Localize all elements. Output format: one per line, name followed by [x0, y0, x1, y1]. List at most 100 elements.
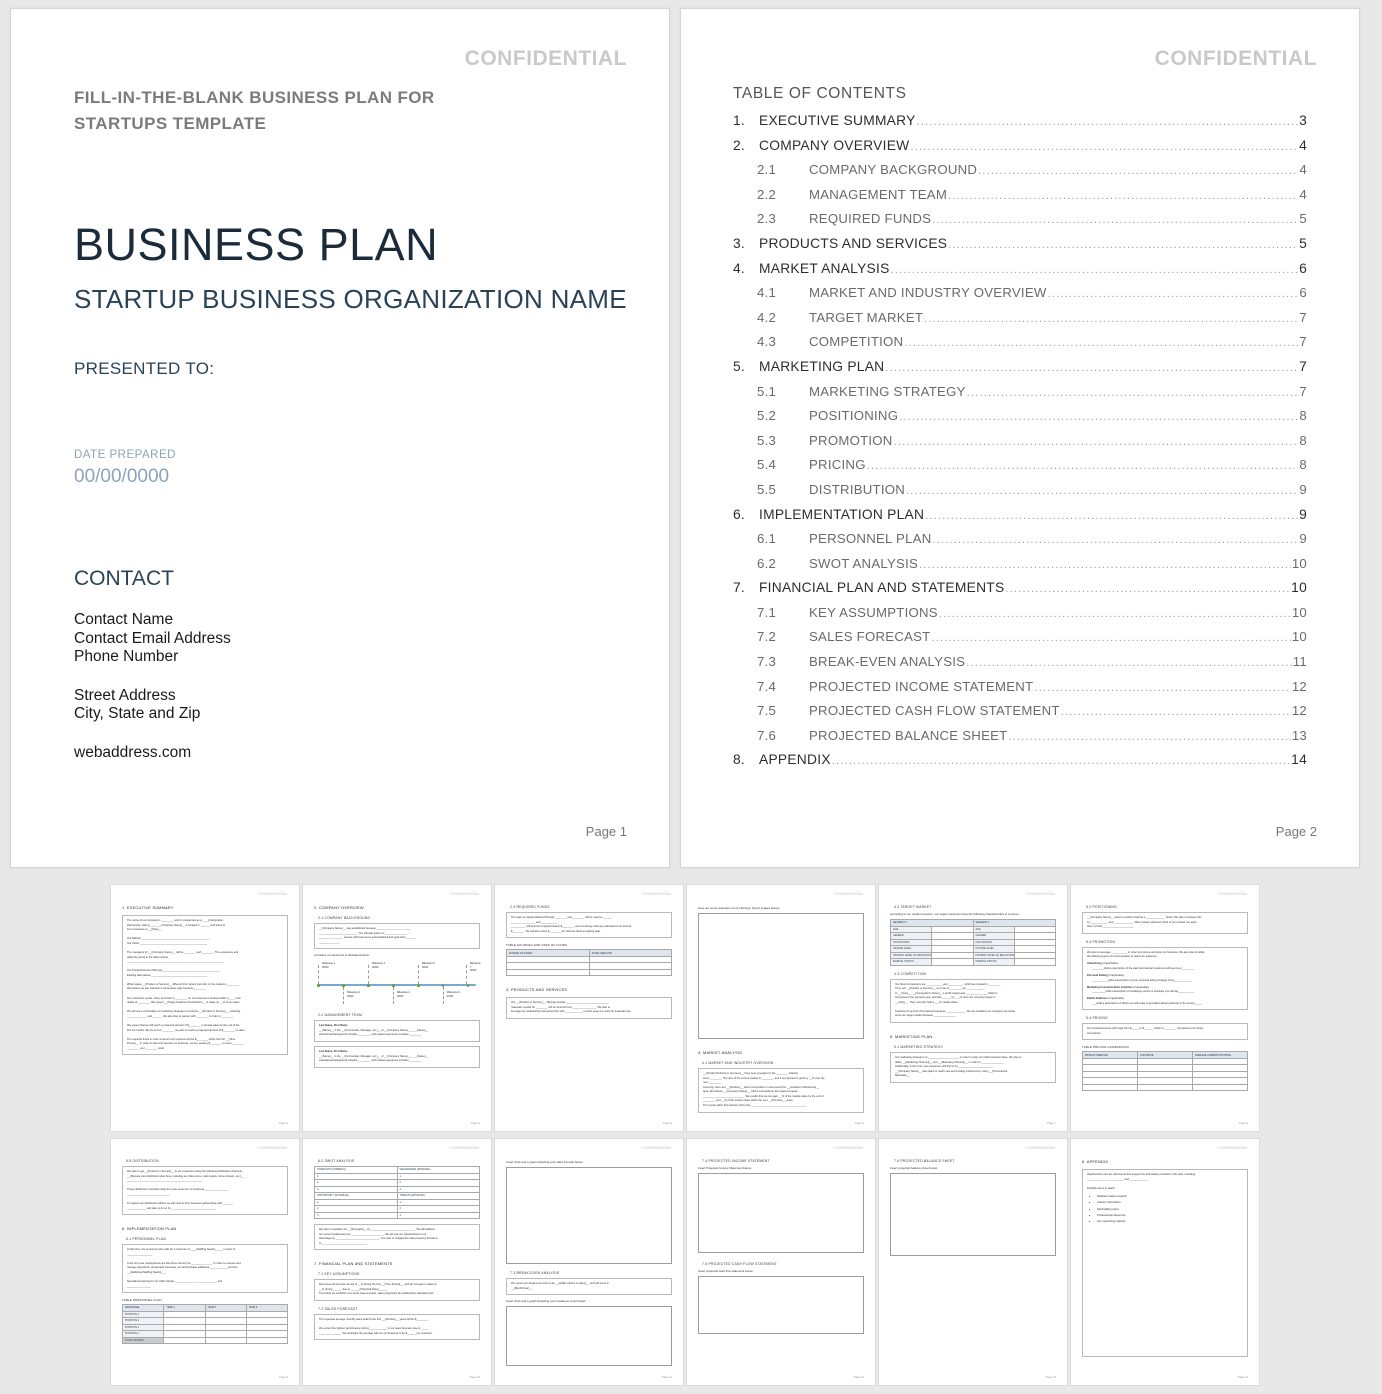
chart-placeholder[interactable] [506, 1306, 672, 1367]
fillin-box[interactable]: We plan to capitalize on __(Strengths)__… [314, 1224, 480, 1251]
table-cell: TOTAL PAYROLL [121, 1336, 165, 1345]
promotion-item-body[interactable]: ___(Add a description of efforts you wil… [1092, 1002, 1243, 1007]
personnel-plan-table[interactable]: PERSONNEL YEAR 1 YEAR 2 YEAR 3 POSITION 1 POS… [121, 1304, 289, 1345]
swot-analysis-table[interactable]: STRENGTHS (INTERNAL) WEAKNESSES (INTERNAL… [314, 1166, 480, 1219]
thumbnail-page-4[interactable]: CONFIDENTIAL 2. COMPANY OVERVIEW 2.1 COM… [302, 884, 492, 1132]
fillin-box[interactable]: Revenues will increase at rate of __% du… [314, 1279, 480, 1301]
swot-item[interactable]: 3. [396, 1211, 480, 1219]
thumbnail-page-14[interactable]: CONFIDENTIAL 8. APPENDIX Attached here a… [1070, 1138, 1260, 1386]
target-segment-table[interactable]: SEGMENT 1 SEGMENT 2 AGE AGE GENDER GENDER OCCU… [889, 919, 1057, 966]
toc-entry[interactable]: 2.2 MANAGEMENT TEAM......................… [733, 187, 1307, 212]
toc-entry[interactable]: 8. APPENDIX..............................… [733, 752, 1307, 777]
thumbnail-page-3[interactable]: CONFIDENTIAL 1. EXECUTIVE SUMMARY The na… [110, 884, 300, 1132]
table-row[interactable]: 3. 3. [314, 1211, 480, 1219]
image-placeholder[interactable] [698, 913, 864, 1039]
promotion-item-body[interactable]: _________(Add a description of marketing… [1092, 990, 1243, 995]
toc-entry[interactable]: 7. FINANCIAL PLAN AND STATEMENTS.........… [733, 580, 1307, 605]
toc-entry-page: 4 [1299, 186, 1307, 202]
fillin-box[interactable]: __(Similar Products or Services)__ have … [698, 1068, 864, 1113]
table-label: TABLE PERSONNEL PLAN [122, 1298, 162, 1303]
fillin-box[interactable]: Our product/services will range from $__… [1082, 1023, 1248, 1041]
fillin-box[interactable]: Our marketing strategy is to ___________… [890, 1052, 1056, 1083]
table-cell[interactable] [506, 968, 590, 977]
toc-page[interactable]: CONFIDENTIAL TABLE OF CONTENTS 1. EXECUTI… [680, 8, 1360, 868]
page-number: Page 3 [279, 1121, 288, 1125]
table-row[interactable] [1082, 1083, 1248, 1092]
thumbnail-page-9[interactable]: CONFIDENTIAL 5.5 DISTRIBUTION We plan to… [110, 1138, 300, 1386]
thumbnail-page-12[interactable]: CONFIDENTIAL 7.4 PROJECTED INCOME STATEM… [686, 1138, 876, 1386]
management-member-1[interactable]: Last Name, First Name __(Name)__ is the … [314, 1020, 480, 1042]
thumbnail-page-8[interactable]: CONFIDENTIAL 5.2 POSITIONING __(Company … [1070, 884, 1260, 1132]
segment-attribute-value[interactable] [1013, 958, 1057, 966]
toc-entry[interactable]: 1. EXECUTIVE SUMMARY.....................… [733, 113, 1307, 138]
appendix-box[interactable]: Attached here are the documents that sup… [1082, 1169, 1248, 1357]
promotion-box[interactable]: We plan to leverage ___________ in order… [1082, 946, 1248, 1011]
toc-entry[interactable]: 7.3 BREAK-EVEN ANALYSIS..................… [733, 654, 1307, 679]
toc-entry[interactable]: 3. PRODUCTS AND SERVICES.................… [733, 236, 1307, 261]
toc-entry[interactable]: 4.1 MARKET AND INDUSTRY OVERVIEW.........… [733, 285, 1307, 310]
toc-entry[interactable]: 5.4 PRICING..............................… [733, 457, 1307, 482]
fillin-box[interactable]: The start-up capital obtained through __… [506, 912, 672, 939]
toc-entry[interactable]: 4.2 TARGET MARKET........................… [733, 310, 1307, 335]
thumbnail-page-13[interactable]: CONFIDENTIAL 7.6 PROJECTED BALANCE SHEET… [878, 1138, 1068, 1386]
fillin-box[interactable]: The expected average monthly sales total… [314, 1313, 480, 1341]
toc-entry[interactable]: 7.5 PROJECTED CASH FLOW STATEMENT........… [733, 703, 1307, 728]
toc-entry[interactable]: 7.1 KEY ASSUMPTIONS......................… [733, 605, 1307, 630]
toc-entry[interactable]: 6.1 PERSONNEL PLAN.......................… [733, 531, 1307, 556]
table-cell[interactable] [1137, 1083, 1193, 1092]
cash-flow-placeholder[interactable] [698, 1276, 864, 1334]
toc-entry[interactable]: 7.6 PROJECTED BALANCE SHEET..............… [733, 728, 1307, 753]
date-prepared-value[interactable]: 00/00/0000 [74, 466, 169, 488]
toc-entry[interactable]: 2. COMPANY OVERVIEW......................… [733, 138, 1307, 163]
toc-entry-number: 7.1 [757, 604, 777, 620]
chart-placeholder[interactable] [506, 1167, 672, 1264]
toc-entry[interactable]: 5.3 PROMOTION............................… [733, 433, 1307, 458]
table-cell[interactable] [588, 968, 672, 977]
fillin-box[interactable]: __(Company Name)__ plans to position its… [1082, 912, 1248, 934]
toc-entry[interactable]: 5.2 POSITIONING..........................… [733, 408, 1307, 433]
toc-entry[interactable]: 6.2 SWOT ANALYSIS........................… [733, 556, 1307, 581]
fillin-box[interactable]: __(Company Name)__ was established becau… [314, 923, 480, 950]
toc-entry[interactable]: 4. MARKET ANALYSIS.......................… [733, 261, 1307, 286]
fillin-box[interactable]: We expect our break-even point to be __(… [506, 1278, 672, 1296]
fillin-box[interactable]: At this time, the personnel plan calls f… [122, 1244, 288, 1294]
cover-page[interactable]: CONFIDENTIAL FILL-IN-THE-BLANK BUSINESS … [10, 8, 670, 868]
thumbnail-page-5[interactable]: CONFIDENTIAL 2.3 REQUIRED FUNDS The star… [494, 884, 684, 1132]
balance-sheet-placeholder[interactable] [890, 1173, 1056, 1256]
subsection-heading: 7.1 KEY ASSUMPTIONS [318, 1272, 360, 1277]
toc-entry[interactable]: 5. MARKETING PLAN........................… [733, 359, 1307, 384]
toc-entry[interactable]: 7.2 SALES FORECAST.......................… [733, 629, 1307, 654]
income-statement-placeholder[interactable] [698, 1173, 864, 1253]
toc-entry[interactable]: 2.3 REQUIRED FUNDS.......................… [733, 211, 1307, 236]
table-cell[interactable] [1082, 1083, 1138, 1092]
fillin-box[interactable]: The name of our company is ________, and… [122, 915, 288, 1056]
fillin-box[interactable]: Our direct competitors are ___________ a… [890, 978, 1056, 1023]
management-member-2[interactable]: Last Name, First Name __(Name)__ is the … [314, 1045, 480, 1068]
toc-entry[interactable]: 5.1 MARKETING STRATEGY...................… [733, 384, 1307, 409]
segment-attribute-value[interactable] [931, 958, 974, 966]
fillin-box[interactable]: Our __(Product or Service)__ offerings i… [506, 997, 672, 1019]
table-cell[interactable] [1192, 1083, 1248, 1092]
promotion-item-body[interactable]: ___________(Add a description of your pe… [1092, 979, 1243, 984]
appendix-intro: Attached here are the documents that sup… [1087, 1173, 1243, 1191]
table-row[interactable]: MARITAL STATUS MARITAL STATUS [889, 958, 1057, 966]
toc-entry[interactable]: 6. IMPLEMENTATION PLAN...................… [733, 507, 1307, 532]
sources-uses-table[interactable]: SOURCE OF FUNDS TO BE USED FOR [506, 949, 672, 977]
toc-entry-number: 2.2 [757, 186, 777, 202]
thumbnail-page-6[interactable]: CONFIDENTIAL Here are some examples of o… [686, 884, 876, 1132]
table-row[interactable] [506, 968, 672, 977]
toc-entry[interactable]: 5.5 DISTRIBUTION.........................… [733, 482, 1307, 507]
thumbnail-page-11[interactable]: CONFIDENTIAL Insert chart and a graph de… [494, 1138, 684, 1386]
toc-entry[interactable]: 7.4 PROJECTED INCOME STATEMENT...........… [733, 679, 1307, 704]
thumbnail-page-7[interactable]: CONFIDENTIAL 4.2 TARGET MARKET According… [878, 884, 1068, 1132]
thumbnail-page-10[interactable]: CONFIDENTIAL 6.2 SWOT ANALYSIS STRENGTHS… [302, 1138, 492, 1386]
toc-entry[interactable]: 2.1 COMPANY BACKGROUND...................… [733, 162, 1307, 187]
swot-item[interactable]: 3. [314, 1211, 398, 1219]
fillin-box[interactable]: We plan to get __(Product or Service)__ … [122, 1166, 288, 1216]
toc-entry[interactable]: 4.3 COMPETITION..........................… [733, 334, 1307, 359]
toc-leader-dots: ........................................… [831, 755, 1290, 768]
promotion-item-body[interactable]: ________(Add a description of the paid p… [1092, 967, 1243, 972]
toc-leader-dots: ........................................… [932, 214, 1299, 227]
pricing-comparison-table[interactable]: PRODUCT/SERVICE OUR PRICE AVERAGE COMPETIT… [1082, 1051, 1248, 1092]
subsection-heading: 2.2 MANAGEMENT TEAM [318, 1013, 362, 1018]
